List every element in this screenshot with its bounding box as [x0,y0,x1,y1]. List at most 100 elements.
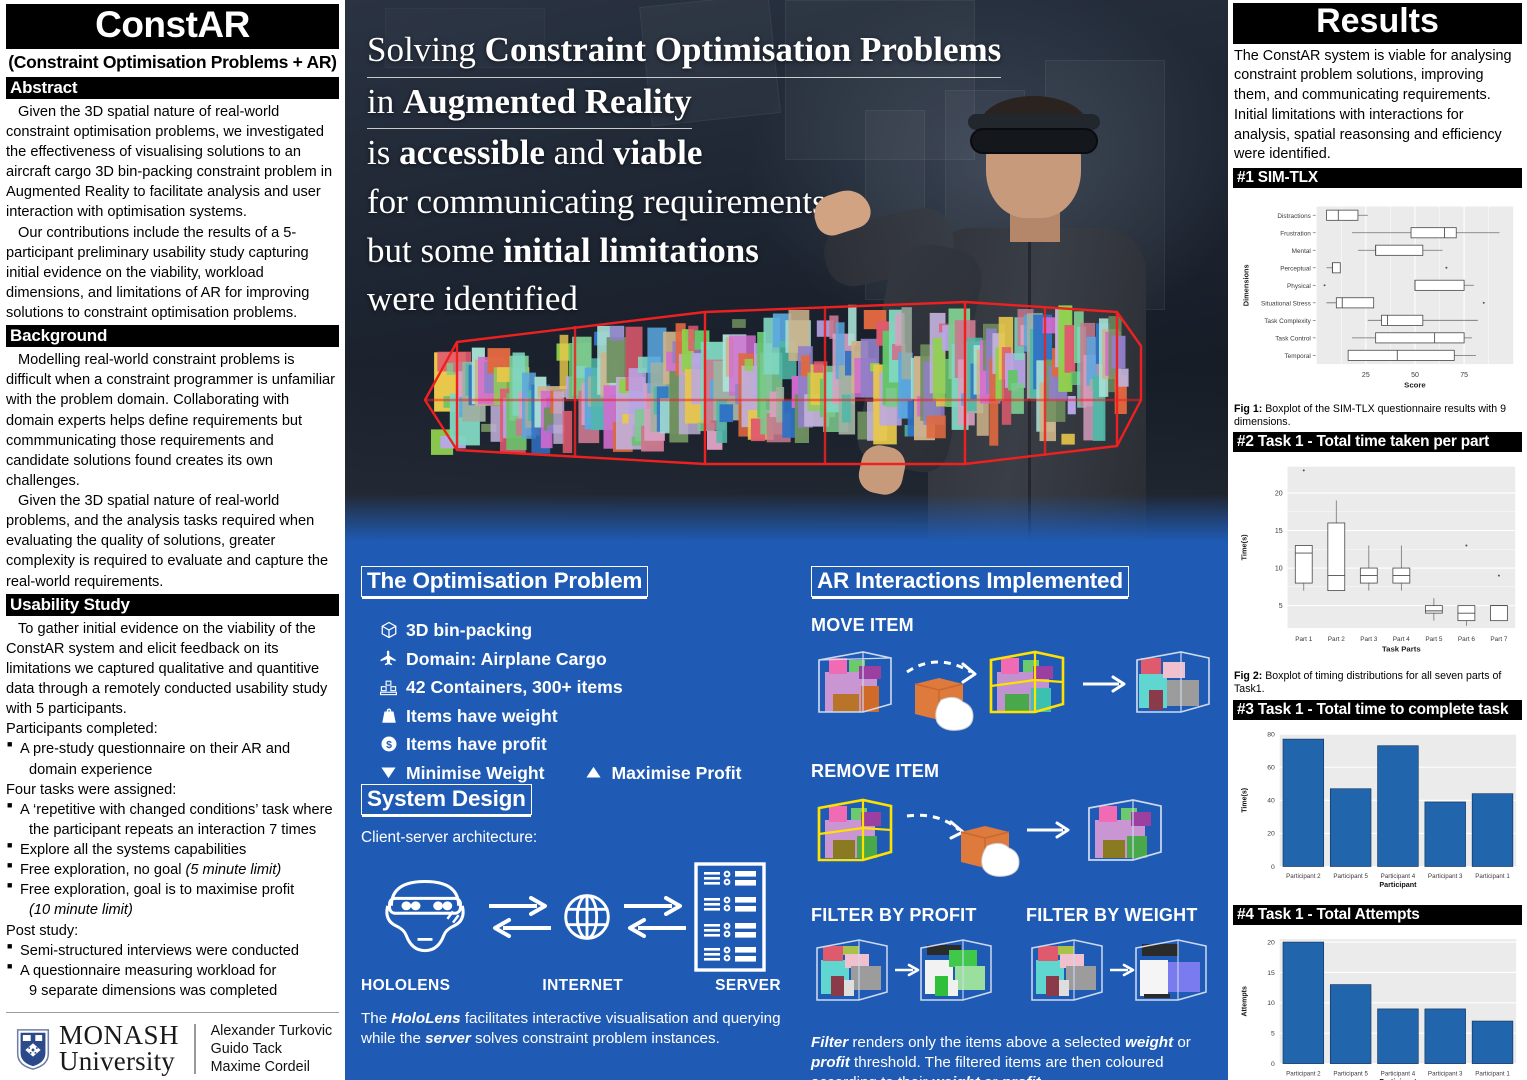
cargo-box [744,358,754,371]
list-item: Free exploration, no goal (5 minute limi… [6,859,339,880]
bin-after-remove [1088,799,1162,861]
y-axis-label: Time(s) [1240,534,1249,561]
y-tick-label: 5 [1279,603,1283,610]
box [1375,332,1465,344]
server-icon [694,862,766,972]
cargo-box [1067,396,1076,415]
monash-line-2: University [59,1045,175,1076]
task1-per-part-boxplot-svg: 5 10 15 20 Part 1 Part 2 Part 3 Part 4 Part 5 Par… [1240,466,1516,654]
filter-row: FILTER BY PROFIT FILTER BY WEIGHT [811,905,1221,1021]
outlier-point [1323,284,1326,287]
box [1327,522,1346,592]
hololens-emphasis: HoloLens [391,1010,461,1027]
page-subtitle: (Constraint Optimisation Problems + AR) [8,51,337,72]
tasks-list: A ‘repetitive with changed conditions’ t… [6,799,339,921]
x-tick-label: Participant 1 [1475,873,1510,880]
cargo-box [885,388,897,408]
section-header-optimisation: The Optimisation Problem [361,566,649,597]
cargo-box [606,337,626,383]
bar [1377,744,1419,867]
section-header-ar-interactions: AR Interactions Implemented [811,566,1129,597]
author-name: Guido Tack [210,1040,282,1057]
bar [1282,941,1325,1064]
y-tick-label: Physical [1287,283,1311,290]
bar [1424,1008,1466,1064]
bin-after [1136,651,1210,713]
cube-icon [379,621,398,640]
chart-task1-total-attempts: 0 5 10 15 20 Participant 2 Participant 5 Partic… [1233,927,1522,1080]
center-content: The Optimisation Problem 3D bin-packing … [345,556,1228,1080]
section-header-system-design: System Design [361,784,532,815]
airplane-icon [379,649,398,668]
monash-line-1: MONASH [59,1020,180,1051]
box [1294,545,1313,584]
y-tick-label: 60 [1267,764,1275,771]
author-list: Alexander Turkovic Guido Tack Maxime Cor… [211,1022,333,1076]
cargo-box [1064,325,1076,373]
bar [1471,1020,1514,1064]
up-triangle-icon [584,763,603,782]
x-axis-label: Score [1404,381,1426,390]
x-tick-label: 75 [1460,372,1468,379]
system-design-subtitle: Client-server architecture: [361,829,538,846]
y-axis-label: Dimensions [1242,264,1251,306]
x-tick-label: 50 [1411,372,1419,379]
right-column: Results The ConstAR system is viable for… [1228,0,1527,1080]
label-filter-weight: FILTER BY WEIGHT [1026,905,1198,925]
cargo-box [1061,433,1075,445]
bar [1329,983,1372,1064]
item-label: Domain: Airplane Cargo [406,648,607,669]
monash-logo: MONASH University [14,1020,180,1076]
box [1490,605,1508,622]
abstract-paragraph-2: Our contributions include the results of… [6,224,310,322]
label-move-item: MOVE ITEM [811,615,914,635]
x-tick-label: Participant 3 [1428,873,1463,880]
task4-limit: (10 minute limit) [29,902,133,919]
figure-header-3: #3 Task 1 - Total time to complete task [1233,699,1522,720]
usability-body: To gather initial evidence on the viabil… [6,619,339,1001]
y-tick-label: 15 [1275,528,1283,535]
x-tick-label: Part 7 [1490,636,1508,643]
page-title: ConstAR [6,4,339,49]
removed-cube-with-hand [960,826,1020,877]
x-tick-label: Part 2 [1328,636,1346,643]
hero-photo: Solving Constraint Optimisation Problems… [345,0,1228,556]
y-tick-label: Situational Stress [1261,300,1311,307]
containers-icon [379,678,398,697]
bar [1471,792,1514,867]
arrows-right-icon [623,896,686,938]
box [1424,605,1443,614]
filter-by-profit-group: FILTER BY PROFIT [811,905,1006,1021]
y-tick-label: 80 [1267,731,1275,738]
bin-filtered-weight [1135,939,1207,1001]
cargo-box [1111,335,1126,369]
y-tick-label: Temporal [1284,353,1310,360]
box [1326,209,1359,221]
results-title: Results [1233,3,1522,44]
optimisation-problem-section: The Optimisation Problem 3D bin-packing … [361,566,811,787]
arrows-left-icon [488,896,551,938]
y-tick-label: Perceptual [1280,265,1311,272]
y-tick-label: 5 [1271,1030,1275,1037]
cargo-box [1011,383,1024,414]
label-participants-completed: Participants completed: [6,721,158,738]
architecture-diagram [361,861,781,973]
list-item-containers: 42 Containers, 300+ items [379,673,811,702]
remove-item-diagram [817,798,1162,877]
move-item-sequence [811,642,1221,743]
list-item: Explore all the systems capabilities [6,839,339,860]
box [1375,244,1424,256]
filter-by-weight-group: FILTER BY WEIGHT [1026,905,1221,1021]
x-tick-label: Part 6 [1458,636,1476,643]
item-label: 3D bin-packing [406,620,533,640]
globe-icon [564,894,610,940]
dollar-icon: $ [379,735,398,754]
y-tick-label: 20 [1267,939,1275,946]
monash-crest-icon [16,1028,50,1070]
bar [1329,787,1372,867]
x-tick-label: Part 3 [1360,636,1378,643]
background-paragraph-1: Modelling real-world constraint problems… [6,352,336,489]
figure-header-4: #4 Task 1 - Total Attempts [1233,904,1522,925]
cargo-box [732,319,746,328]
cargo-box [901,307,912,380]
